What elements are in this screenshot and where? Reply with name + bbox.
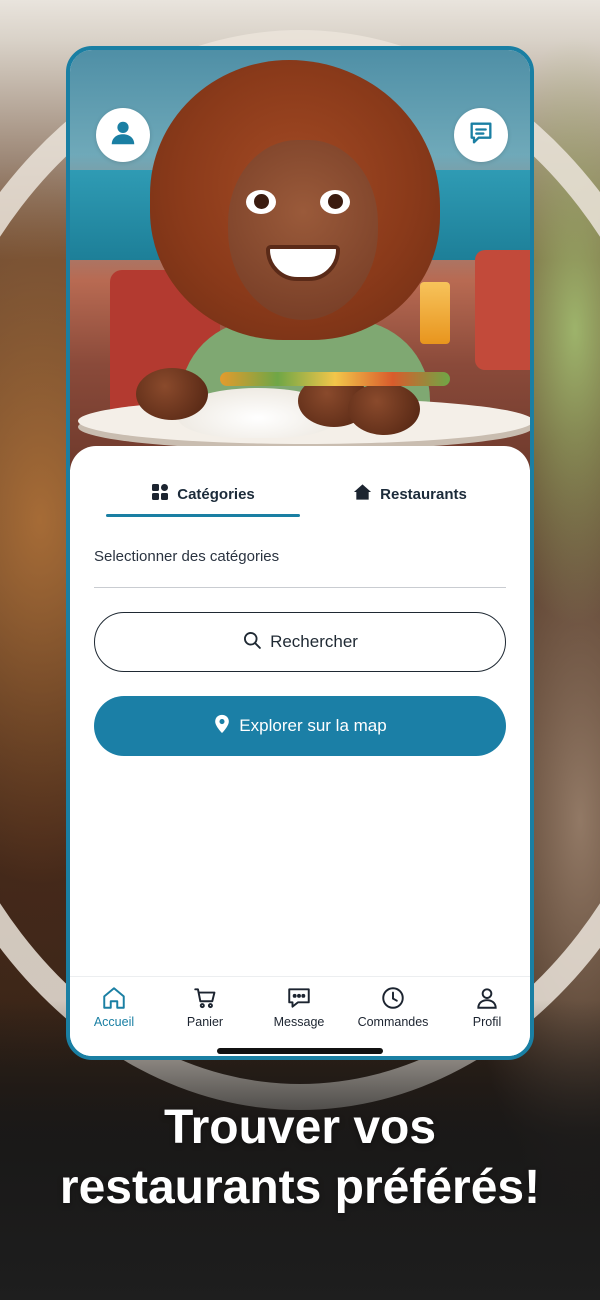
hero-illustration [70, 50, 530, 470]
nav-label: Commandes [357, 1015, 429, 1029]
hero-eye-right [320, 190, 350, 214]
grid-icon [151, 483, 169, 505]
cart-icon [192, 985, 218, 1011]
phone-frame: Catégories Restaurants Selectionner des … [66, 46, 534, 1060]
hero-character-face [228, 140, 378, 320]
hero-chair-right [475, 250, 530, 370]
search-button[interactable]: Rechercher [94, 612, 506, 672]
promo-tagline: Trouver vos restaurants préférés! [0, 1098, 600, 1218]
nav-item-profil[interactable]: Profil [441, 985, 530, 1029]
nav-item-accueil[interactable]: Accueil [70, 985, 160, 1029]
tab-restaurants[interactable]: Restaurants [318, 470, 502, 518]
tab-categories[interactable]: Catégories [106, 470, 300, 518]
search-button-label: Rechercher [270, 632, 358, 651]
nav-label: Accueil [93, 1015, 135, 1029]
tagline-line-1: Trouver vos [163, 1101, 437, 1154]
tab-label: Restaurants [380, 485, 467, 503]
clock-icon [380, 985, 406, 1011]
hero-meat [136, 368, 208, 420]
active-tab-indicator [106, 514, 300, 517]
chat-button[interactable] [454, 108, 508, 162]
map-pin-icon [213, 714, 231, 739]
hero-vegetables [220, 372, 450, 386]
chat-icon [467, 119, 495, 152]
home-icon [101, 985, 127, 1011]
nav-item-message[interactable]: Message [253, 985, 345, 1029]
home-indicator [217, 1048, 383, 1054]
categories-select[interactable]: Selectionner des catégories [94, 548, 279, 565]
search-icon [242, 630, 262, 655]
search-panel: Catégories Restaurants Selectionner des … [70, 446, 530, 1056]
nav-label: Profil [472, 1015, 502, 1029]
nav-label: Message [273, 1015, 325, 1029]
nav-item-commandes[interactable]: Commandes [347, 985, 439, 1029]
tab-label: Catégories [177, 485, 255, 503]
tab-bar: Catégories Restaurants [106, 470, 506, 518]
hero-eye-left [246, 190, 276, 214]
tagline-line-2: restaurants préférés! [59, 1161, 541, 1214]
nav-label: Panier [186, 1015, 224, 1029]
profile-icon [474, 985, 500, 1011]
hero-juice-glass [420, 282, 450, 344]
house-icon [353, 483, 372, 505]
profile-button[interactable] [96, 108, 150, 162]
explore-map-button[interactable]: Explorer sur la map [94, 696, 506, 756]
hero-meat [348, 383, 420, 435]
nav-item-panier[interactable]: Panier [159, 985, 251, 1029]
user-icon [108, 118, 138, 153]
categories-select-underline [94, 587, 506, 588]
explore-map-label: Explorer sur la map [239, 716, 387, 735]
message-icon [286, 985, 312, 1011]
